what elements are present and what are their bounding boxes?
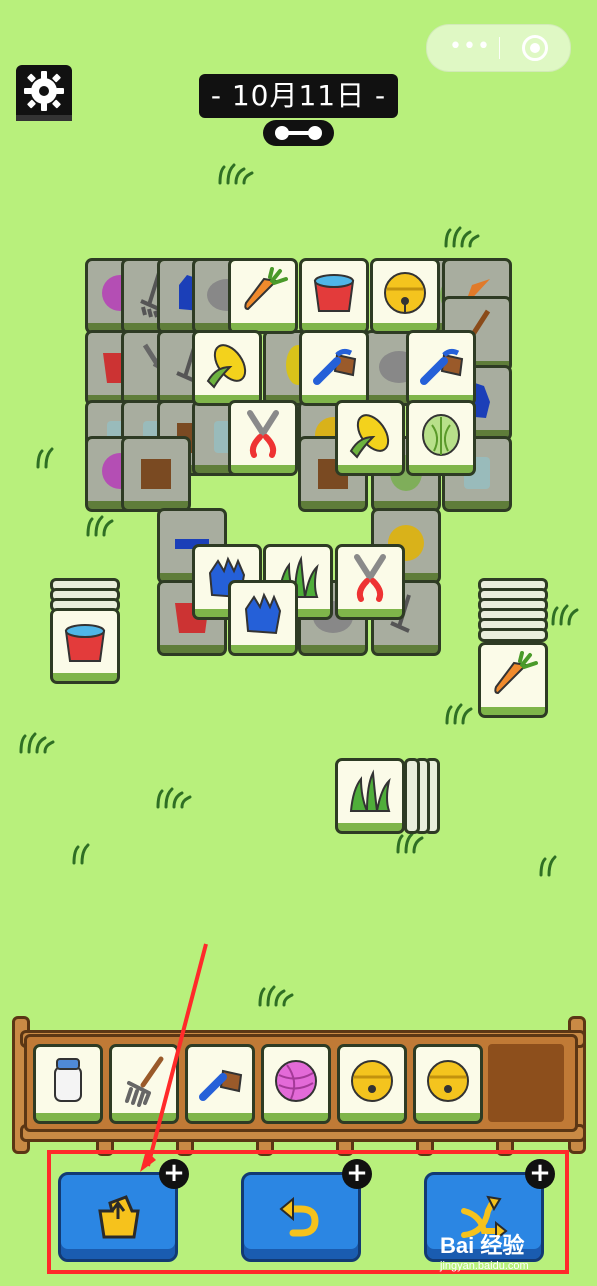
capsule-divider bbox=[499, 37, 500, 59]
grass-decoration bbox=[218, 163, 254, 185]
tile-corn[interactable] bbox=[335, 400, 405, 476]
tile-bucket[interactable] bbox=[299, 258, 369, 334]
watermark-title: Bai 经验 bbox=[440, 1233, 525, 1258]
mini-program-capsule: ••• bbox=[426, 24, 571, 72]
settings-button[interactable] bbox=[16, 65, 72, 121]
tray-empty-slot bbox=[488, 1044, 564, 1122]
tile-corn[interactable] bbox=[192, 330, 262, 406]
tile-clippers[interactable] bbox=[335, 544, 405, 620]
tile-brush[interactable] bbox=[406, 330, 476, 406]
tray-tile-brush bbox=[185, 1044, 255, 1124]
tile-brush[interactable] bbox=[299, 330, 369, 406]
tile-glove[interactable] bbox=[228, 580, 298, 656]
watermark-url: jingyan.baidu.com bbox=[440, 1260, 529, 1272]
tray-tile-bell bbox=[413, 1044, 483, 1124]
tile-grass[interactable] bbox=[335, 758, 405, 834]
grass-decoration bbox=[539, 855, 557, 877]
grass-decoration bbox=[86, 515, 114, 537]
tile-carrot[interactable] bbox=[478, 642, 548, 718]
key-icon bbox=[263, 120, 334, 146]
tile-carrot[interactable] bbox=[228, 258, 298, 334]
grass-decoration bbox=[444, 226, 480, 248]
grass-decoration bbox=[258, 985, 294, 1007]
grass-decoration bbox=[36, 447, 54, 469]
tile-bucket[interactable] bbox=[50, 608, 120, 684]
more-icon[interactable]: ••• bbox=[449, 36, 491, 58]
stack-card bbox=[478, 628, 548, 642]
tile-cabbage[interactable] bbox=[406, 400, 476, 476]
grass-decoration bbox=[156, 787, 192, 809]
stack-card bbox=[404, 758, 420, 834]
tray-tile-yarn bbox=[261, 1044, 331, 1124]
tile-stump bbox=[121, 436, 191, 512]
tray-tile-milk-jar bbox=[33, 1044, 103, 1124]
tray-tile-rake bbox=[109, 1044, 179, 1124]
watermark: Bai 经验 jingyan.baidu.com bbox=[440, 1228, 590, 1280]
grass-decoration bbox=[19, 732, 55, 754]
grass-decoration bbox=[396, 832, 424, 854]
tile-bell[interactable] bbox=[370, 258, 440, 334]
tray-tile-bell bbox=[337, 1044, 407, 1124]
gear-icon bbox=[16, 71, 72, 121]
tile-clippers[interactable] bbox=[228, 400, 298, 476]
grass-decoration bbox=[551, 604, 579, 626]
target-icon[interactable] bbox=[522, 35, 548, 61]
grass-decoration bbox=[72, 843, 90, 865]
date-label: - 10月11日 - bbox=[199, 74, 398, 118]
